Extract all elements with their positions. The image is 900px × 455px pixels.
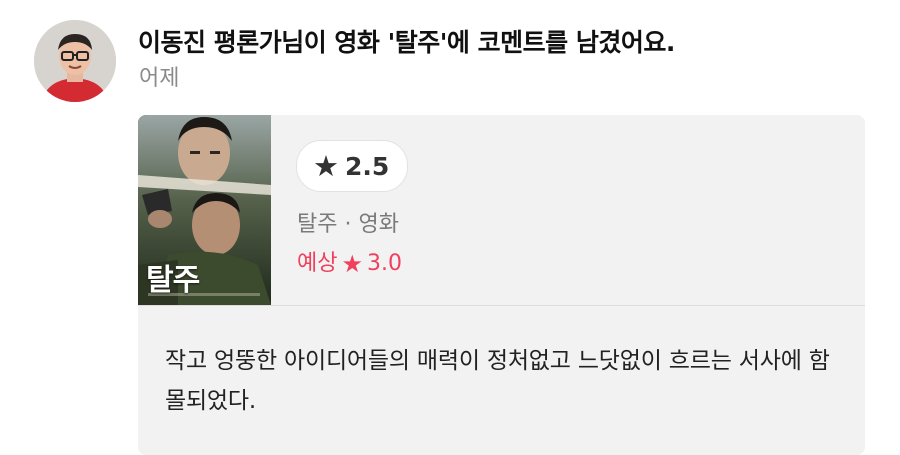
expected-rating-value: 3.0 [367,251,402,276]
movie-meta: 탈주 · 영화 [297,212,399,237]
rating-value: 2.5 [345,151,390,181]
comment-card[interactable]: 탈주 ★ 2.5 탈주 · 영화 예상 ★ 3.0 작고 엉뚱한 아이디어들의 … [138,115,865,455]
user-avatar[interactable] [34,20,116,102]
star-icon: ★ [313,148,339,183]
activity-headline[interactable]: 이동진 평론가님이 영화 '탈주'에 코멘트를 남겼어요. [138,26,878,60]
avatar-image [34,20,116,102]
expected-star-icon: ★ [341,250,363,278]
movie-info-row[interactable]: 탈주 ★ 2.5 탈주 · 영화 예상 ★ 3.0 [138,115,865,305]
activity-timestamp: 어제 [139,66,180,91]
rating-badge: ★ 2.5 [296,140,409,192]
expected-rating-label: 예상 [297,251,338,276]
comment-text[interactable]: 작고 엉뚱한 아이디어들의 매력이 정처없고 느닷없이 흐르는 서사에 함몰되었… [165,341,845,421]
poster-title-text: 탈주 [146,263,200,298]
movie-poster[interactable]: 탈주 [138,115,271,305]
card-divider [138,305,865,306]
expected-rating: 예상 ★ 3.0 [297,249,402,279]
